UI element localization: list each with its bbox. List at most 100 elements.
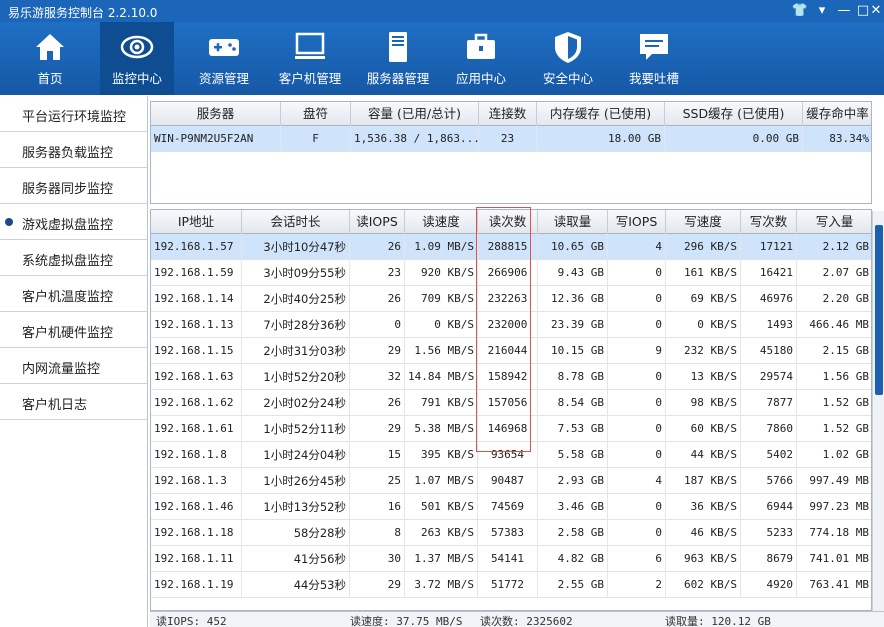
toolbar-resources[interactable]: 资源管理: [186, 22, 262, 95]
table-cell: 2小时31分03秒: [242, 338, 350, 364]
sidebar-item-platform-env[interactable]: 平台运行环境监控: [0, 96, 147, 132]
table-cell: 1.52 GB: [797, 390, 871, 416]
table-cell: 602 KB/S: [666, 572, 741, 598]
table-cell: 158942: [478, 364, 538, 390]
table-cell: 466.46 MB: [797, 312, 871, 338]
table-row[interactable]: 192.168.1.62 2小时02分24秒 26 791 KB/S 157056 8.5…: [151, 390, 871, 416]
table-row[interactable]: 192.168.1.11 41分56秒 30 1.37 MB/S 54141 4.82 G…: [151, 546, 871, 572]
table-row[interactable]: 192.168.1.15 2小时31分03秒 29 1.56 MB/S 216044 10…: [151, 338, 871, 364]
home-icon: [36, 34, 64, 60]
table-cell: 23: [350, 260, 405, 286]
sidebar-item-client-hardware[interactable]: 客户机硬件监控: [0, 312, 147, 348]
table-row[interactable]: 192.168.1.63 1小时52分20秒 32 14.84 MB/S 158942 8…: [151, 364, 871, 390]
sidebar-item-label: 客户机硬件监控: [22, 326, 114, 341]
table-cell: 1小时52分11秒: [242, 416, 350, 442]
table-cell: 7.53 GB: [538, 416, 608, 442]
column-header[interactable]: 写次数: [741, 210, 797, 234]
table-row[interactable]: 192.168.1.46 1小时13分52秒 16 501 KB/S 74569 3.46…: [151, 494, 871, 520]
sidebar-item-client-log[interactable]: 客户机日志: [0, 384, 147, 420]
toolbar-feedback[interactable]: 我要吐槽: [618, 22, 690, 95]
table-row[interactable]: 192.168.1.59 3小时09分55秒 23 920 KB/S 266906 9.4…: [151, 260, 871, 286]
table-cell: 709 KB/S: [405, 286, 478, 312]
scrollbar-thumb[interactable]: [875, 225, 883, 395]
table-cell: 32: [350, 364, 405, 390]
column-header[interactable]: 读次数: [478, 210, 538, 234]
footer-read-speed: 读速度: 37.75 MB/S: [350, 615, 463, 627]
column-header[interactable]: SSD缓存 (已使用): [665, 102, 803, 126]
column-header[interactable]: 缓存命中率: [803, 102, 871, 126]
table-cell: 192.168.1.8: [151, 442, 242, 468]
column-header[interactable]: 读速度: [405, 210, 478, 234]
toolbar-clients[interactable]: 客户机管理: [272, 22, 348, 95]
table-cell: 7877: [741, 390, 797, 416]
table-cell: 2.12 GB: [797, 234, 871, 260]
table-row[interactable]: 192.168.1.3 1小时26分45秒 25 1.07 MB/S 90487 2.93…: [151, 468, 871, 494]
column-header[interactable]: 内存缓存 (已使用): [537, 102, 665, 126]
column-header[interactable]: 写入量: [797, 210, 871, 234]
table-cell: 187 KB/S: [666, 468, 741, 494]
table-cell: 4.82 GB: [538, 546, 608, 572]
table-cell: 0: [608, 364, 666, 390]
toolbar-monitor[interactable]: 监控中心: [100, 22, 174, 95]
main-toolbar: 首页 监控中心 资源管理 客户机管理 服务器管理 应用中心 安全中心 我要吐槽: [0, 22, 884, 95]
table-cell: 29574: [741, 364, 797, 390]
table-cell: 296 KB/S: [666, 234, 741, 260]
minimize-icon[interactable]: —: [834, 2, 854, 20]
column-header[interactable]: 读IOPS: [350, 210, 405, 234]
table-cell: 192.168.1.61: [151, 416, 242, 442]
column-header[interactable]: 服务器: [151, 102, 281, 126]
column-header[interactable]: 写速度: [666, 210, 741, 234]
sidebar-item-client-temp[interactable]: 客户机温度监控: [0, 276, 147, 312]
table-row[interactable]: 192.168.1.61 1小时52分11秒 29 5.38 MB/S 146968 7.…: [151, 416, 871, 442]
skin-icon[interactable]: 👕: [790, 2, 810, 20]
table-row[interactable]: 192.168.1.57 3小时10分47秒 26 1.09 MB/S 288815 10…: [151, 234, 871, 260]
toolbar-monitor-label: 监控中心: [111, 71, 162, 86]
table-cell: 60 KB/S: [666, 416, 741, 442]
table-row[interactable]: 192.168.1.18 58分28秒 8 263 KB/S 57383 2.58 GB 0…: [151, 520, 871, 546]
chevron-down-icon[interactable]: ▾: [812, 2, 832, 20]
table-cell: 997.49 MB: [797, 468, 871, 494]
toolbar-home[interactable]: 首页: [10, 22, 90, 95]
column-header[interactable]: 连接数: [479, 102, 537, 126]
table-cell: 14.84 MB/S: [405, 364, 478, 390]
table-cell: 192.168.1.62: [151, 390, 242, 416]
table-cell: 26: [350, 286, 405, 312]
toolbar-security[interactable]: 安全中心: [532, 22, 604, 95]
table-row[interactable]: 192.168.1.14 2小时40分25秒 26 709 KB/S 232263 12.…: [151, 286, 871, 312]
table-cell: 4: [608, 468, 666, 494]
column-header[interactable]: 盘符: [281, 102, 351, 126]
column-header[interactable]: 会话时长: [242, 210, 350, 234]
table-row[interactable]: 192.168.1.19 44分53秒 29 3.72 MB/S 51772 2.55 G…: [151, 572, 871, 598]
table-cell: 5402: [741, 442, 797, 468]
column-header[interactable]: IP地址: [151, 210, 242, 234]
table-cell: 44 KB/S: [666, 442, 741, 468]
shield-icon: [555, 32, 581, 63]
table-cell: 266906: [478, 260, 538, 286]
column-header[interactable]: 容量 (已用/总计): [351, 102, 479, 126]
table-row[interactable]: 192.168.1.13 7小时28分36秒 0 0 KB/S 232000 23.39 …: [151, 312, 871, 338]
table-row[interactable]: 192.168.1.8 1小时24分04秒 15 395 KB/S 93654 5.58 …: [151, 442, 871, 468]
table-cell: 29: [350, 572, 405, 598]
table-cell: 17121: [741, 234, 797, 260]
server-row[interactable]: WIN-P9NM2U5F2AN F 1,536.38 / 1,863.... 23 18…: [151, 126, 871, 152]
sidebar-item-server-load[interactable]: 服务器负载监控: [0, 132, 147, 168]
table-cell: 963 KB/S: [666, 546, 741, 572]
sidebar-item-game-vdisk[interactable]: 游戏虚拟盘监控: [0, 204, 147, 240]
toolbar-servers[interactable]: 服务器管理: [360, 22, 436, 95]
table-cell: 232 KB/S: [666, 338, 741, 364]
column-header[interactable]: 写IOPS: [608, 210, 666, 234]
sidebar-item-lan-traffic[interactable]: 内网流量监控: [0, 348, 147, 384]
client-table-scrollbar[interactable]: [872, 211, 884, 611]
close-icon[interactable]: ✕: [866, 2, 884, 20]
table-cell: 3.46 GB: [538, 494, 608, 520]
table-cell: 192.168.1.59: [151, 260, 242, 286]
table-cell: 3.72 MB/S: [405, 572, 478, 598]
column-header[interactable]: 读取量: [538, 210, 608, 234]
table-cell: 2.15 GB: [797, 338, 871, 364]
table-cell: 7860: [741, 416, 797, 442]
table-cell: 1.07 MB/S: [405, 468, 478, 494]
sidebar-item-server-sync[interactable]: 服务器同步监控: [0, 168, 147, 204]
summary-footer: 读IOPS: 452 读速度: 37.75 MB/S 读次数: 2325602 …: [150, 611, 884, 627]
sidebar-item-system-vdisk[interactable]: 系统虚拟盘监控: [0, 240, 147, 276]
toolbar-apps[interactable]: 应用中心: [446, 22, 516, 95]
